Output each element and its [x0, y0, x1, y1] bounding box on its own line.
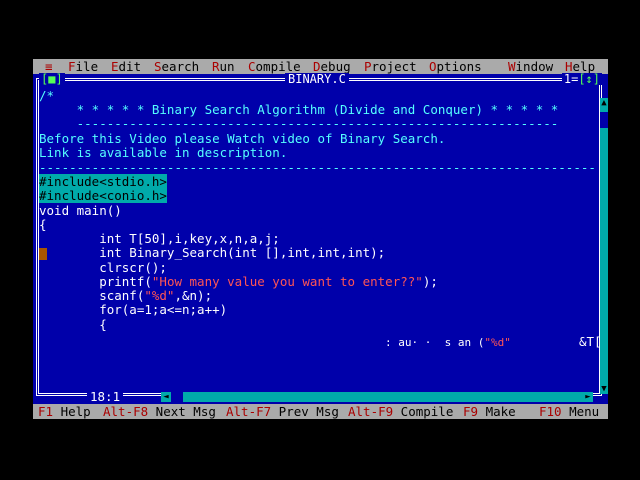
menu-search[interactable]: Search	[154, 59, 199, 74]
window-title: BINARY.C	[285, 73, 349, 85]
hotkey-next-msg[interactable]: Alt-F8 Next Msg	[103, 404, 216, 419]
string-literal: "How many value you want to enter??"	[151, 274, 423, 289]
code-line: Link is available in description.	[39, 145, 288, 160]
code-line: scanf("%d",&n);	[39, 289, 212, 303]
vertical-scrollbar[interactable]: ▲ ▼	[600, 98, 608, 394]
zoom-icon[interactable]: [↕]	[578, 72, 600, 86]
menu-hotkey: R	[212, 59, 220, 74]
menu-label: dit	[118, 59, 142, 74]
code-line: for(a=1;a<=n;a++)	[39, 302, 228, 317]
code-line: #include<stdio.h>	[39, 174, 167, 189]
scroll-left-icon[interactable]: ◄	[161, 392, 171, 402]
text-cursor	[39, 248, 47, 260]
code-token: scanf(	[39, 288, 145, 303]
code-line: ----------------------------------------…	[39, 116, 559, 131]
close-icon: [■]	[41, 72, 63, 86]
code-line: clrscr();	[39, 260, 167, 275]
hotkey-label: Next Msg	[148, 404, 216, 419]
hotkey-key: Alt-F8	[103, 404, 149, 419]
cursor-position: 18:1	[87, 390, 124, 404]
scroll-up-icon[interactable]: ▲	[600, 98, 608, 108]
code-token: ,&n);	[174, 288, 213, 303]
menu-label: ile	[75, 59, 99, 74]
code-line: void main()	[39, 203, 122, 218]
menu-options[interactable]: Options	[429, 59, 482, 74]
hotkey-key: Alt-F7	[226, 404, 272, 419]
menu-hotkey: W	[508, 59, 516, 74]
code-line: /*	[39, 88, 55, 103]
hotkey-key: Alt-F9	[348, 404, 394, 419]
hotkey-label: Compile	[393, 404, 454, 419]
code-line: int Binary_Search(int [],int,int,int);	[39, 245, 386, 260]
hotkey-label: Help	[53, 404, 91, 419]
menu-hotkey: P	[364, 59, 372, 74]
menu-hotkey: S	[154, 59, 162, 74]
hotkey-make[interactable]: F9 Make	[463, 404, 516, 419]
menu-window[interactable]: Window	[508, 59, 553, 74]
close-box-button[interactable]: [■]	[39, 73, 65, 85]
menu-label: indow	[515, 59, 554, 74]
hotkey-key: F1	[38, 404, 54, 419]
horizontal-scrollbar[interactable]: ◄ ►	[161, 392, 593, 402]
code-line: * * * * * Binary Search Algorithm (Divid…	[39, 102, 559, 117]
menu-project[interactable]: Project	[364, 59, 417, 74]
string-literal: "%d"	[484, 336, 511, 349]
menu-hotkey: C	[248, 59, 256, 74]
hotkey-label: Menu	[561, 404, 600, 419]
string-literal: "%d"	[144, 288, 175, 303]
code-token: : au· · s an (	[385, 336, 485, 349]
include-directive: #include<conio.h>	[39, 188, 167, 203]
hotkey-label: Make	[478, 404, 516, 419]
code-line: printf("How many value you want to enter…	[39, 275, 438, 289]
hotkey-key: F9	[463, 404, 479, 419]
code-token: &T[	[579, 334, 602, 349]
menu-label: ptions	[436, 59, 482, 74]
menu-hotkey: O	[429, 59, 437, 74]
window-number[interactable]: 1=[↕]	[561, 72, 602, 86]
window-number-label: 1	[563, 72, 572, 86]
code-line: Before this Video please Watch video of …	[39, 131, 446, 146]
menu-hotkey: F	[68, 59, 76, 74]
hotkey-help[interactable]: F1 Help	[38, 404, 91, 419]
code-token: );	[422, 274, 438, 289]
code-line: {	[39, 217, 47, 232]
menu-edit[interactable]: Edit	[111, 59, 141, 74]
garbled-text: : au· · s an ("%d"	[385, 336, 511, 349]
hotkey-menu[interactable]: F10 Menu	[539, 404, 599, 419]
code-line: #include<conio.h>	[39, 188, 167, 203]
code-token: printf(	[39, 274, 152, 289]
code-line: ----------------------------------------…	[39, 160, 596, 175]
code-line: int T[50],i,key,x,n,a,j;	[39, 231, 280, 246]
scroll-right-icon[interactable]: ►	[583, 392, 593, 402]
scroll-thumb[interactable]	[171, 392, 183, 402]
menu-hotkey: E	[111, 59, 119, 74]
hotkey-bar: F1 Help Alt-F8 Next Msg Alt-F7 Prev Msg …	[33, 404, 608, 419]
menu-file[interactable]: File	[68, 59, 98, 74]
include-directive: #include<stdio.h>	[39, 174, 167, 189]
hotkey-prev-msg[interactable]: Alt-F7 Prev Msg	[226, 404, 339, 419]
editor-window[interactable]: [■] BINARY.C 1=[↕] /* * * * * * Binary S…	[33, 72, 608, 404]
menu-label: roject	[371, 59, 417, 74]
hotkey-compile[interactable]: Alt-F9 Compile	[348, 404, 453, 419]
hotkey-key: F10	[539, 404, 562, 419]
code-line: {	[39, 317, 107, 332]
menu-run[interactable]: Run	[212, 59, 235, 74]
menu-label: un	[219, 59, 235, 74]
menu-label: earch	[161, 59, 200, 74]
hotkey-label: Prev Msg	[271, 404, 339, 419]
editor-status-row: 18:1 ◄ ►	[33, 390, 608, 404]
scroll-thumb[interactable]	[600, 112, 608, 128]
